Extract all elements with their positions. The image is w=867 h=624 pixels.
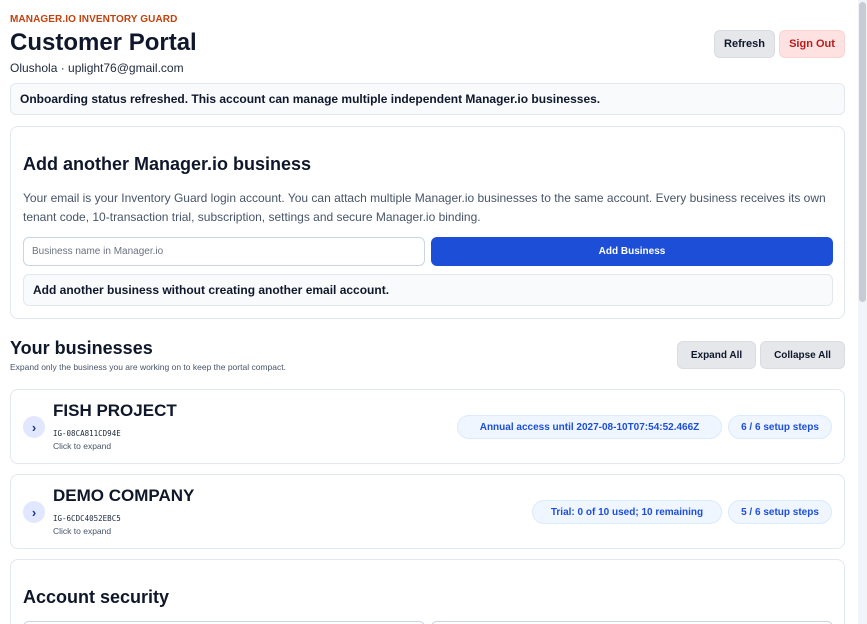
businesses-subtitle: Expand only the business you are working… bbox=[10, 362, 286, 372]
expand-hint: Click to expand bbox=[53, 526, 112, 536]
tenant-code: IG-08CA811CD94E bbox=[53, 429, 121, 438]
business-name-input[interactable] bbox=[23, 237, 425, 266]
setup-steps-badge: 5 / 6 setup steps bbox=[728, 500, 832, 524]
chevron-right-icon[interactable]: › bbox=[23, 416, 45, 438]
brand-label: MANAGER.IO INVENTORY GUARD bbox=[10, 14, 178, 25]
add-business-note: Add another business without creating an… bbox=[23, 274, 833, 306]
expand-hint: Click to expand bbox=[53, 441, 112, 451]
expand-all-button[interactable]: Expand All bbox=[677, 341, 756, 369]
refresh-button[interactable]: Refresh bbox=[714, 30, 775, 58]
add-business-title: Add another Manager.io business bbox=[23, 154, 312, 174]
add-business-button[interactable]: Add Business bbox=[431, 237, 833, 266]
business-card[interactable]: › DEMO COMPANY IG-6CDC4052EBC5 Click to … bbox=[10, 474, 845, 549]
add-business-description: Your email is your Inventory Guard login… bbox=[23, 191, 826, 224]
add-business-card: Add another Manager.io business Your ema… bbox=[10, 126, 845, 319]
business-name: DEMO COMPANY bbox=[53, 486, 195, 505]
business-name: FISH PROJECT bbox=[53, 401, 177, 420]
sign-out-button[interactable]: Sign Out bbox=[779, 30, 845, 58]
chevron-right-icon[interactable]: › bbox=[23, 501, 45, 523]
status-banner: Onboarding status refreshed. This accoun… bbox=[10, 83, 845, 115]
trial-badge: Trial: 0 of 10 used; 10 remaining bbox=[532, 500, 722, 524]
account-security-title: Account security bbox=[23, 587, 170, 607]
collapse-all-button[interactable]: Collapse All bbox=[760, 341, 845, 369]
scrollbar-thumb[interactable] bbox=[859, 2, 866, 302]
user-info: Olushola · uplight76@gmail.com bbox=[10, 61, 184, 75]
tenant-code: IG-6CDC4052EBC5 bbox=[53, 514, 121, 523]
access-badge: Annual access until 2027-08-10T07:54:52.… bbox=[457, 415, 722, 439]
business-card[interactable]: › FISH PROJECT IG-08CA811CD94E Click to … bbox=[10, 389, 845, 464]
setup-steps-badge: 6 / 6 setup steps bbox=[728, 415, 832, 439]
businesses-title: Your businesses bbox=[10, 338, 153, 358]
page-title: Customer Portal bbox=[10, 29, 197, 56]
account-security-card: Account security bbox=[10, 559, 845, 624]
